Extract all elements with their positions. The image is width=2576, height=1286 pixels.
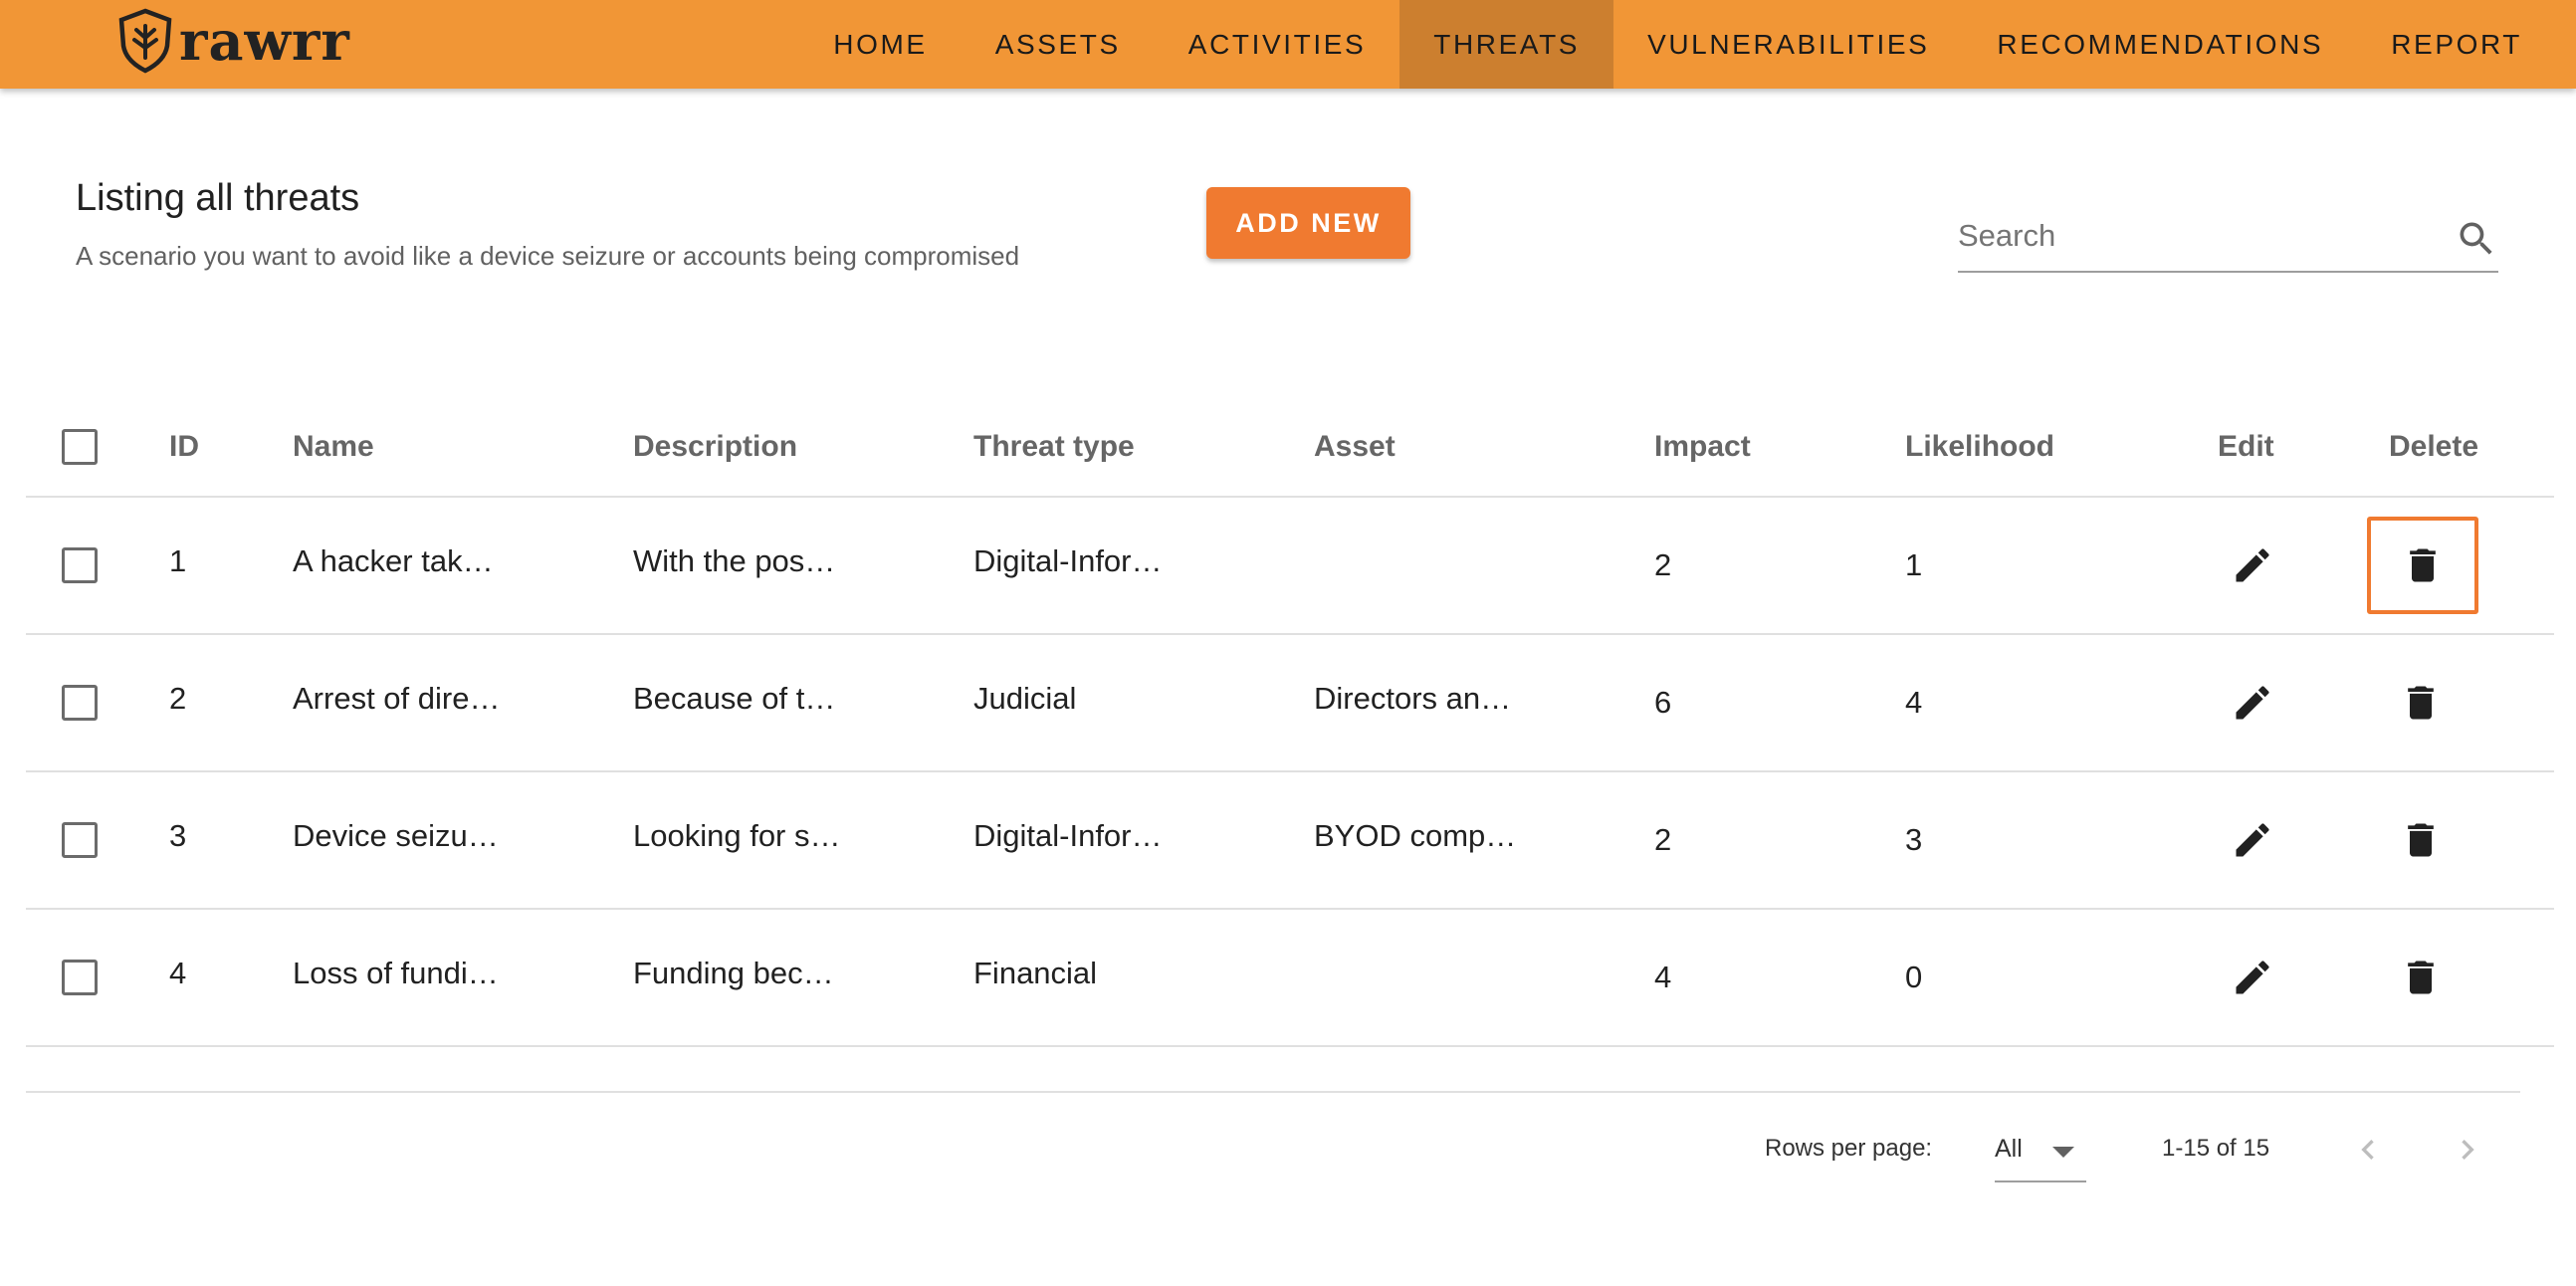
pencil-icon xyxy=(2236,686,2269,720)
rows-per-page-select[interactable]: All xyxy=(1995,1121,2086,1182)
cell-description: Looking for s… xyxy=(633,818,841,853)
cell-asset: Directors an… xyxy=(1314,681,1512,716)
page-range-text: 1-15 of 15 xyxy=(2162,1135,2270,1162)
cell-likelihood: 1 xyxy=(1905,547,1923,582)
delete-button[interactable] xyxy=(2391,948,2451,1007)
cell-threat-type: Financial xyxy=(973,956,1098,990)
cell-likelihood: 4 xyxy=(1905,685,1923,720)
cell-likelihood: 3 xyxy=(1905,822,1923,857)
chevron-left-icon xyxy=(2361,1140,2374,1160)
top-app-bar: rawrr HOME ASSETS ACTIVITIES THREATS VUL… xyxy=(0,0,2576,89)
cell-name: Arrest of dire… xyxy=(293,681,501,716)
edit-button[interactable] xyxy=(2223,948,2282,1007)
cell-description: Funding bec… xyxy=(633,956,834,990)
cell-id: 1 xyxy=(169,543,187,578)
table-row[interactable]: 4 Loss of fundi… Funding bec… Financial … xyxy=(26,910,2554,1047)
cell-id: 3 xyxy=(169,818,187,853)
select-all-checkbox[interactable] xyxy=(62,429,98,465)
header-impact[interactable]: Impact xyxy=(1654,398,1751,496)
cell-threat-type: Digital-Infor… xyxy=(973,818,1163,853)
cell-name: Device seizu… xyxy=(293,818,499,853)
table-row[interactable]: 3 Device seizu… Looking for s… Digital-I… xyxy=(26,772,2554,910)
header-id[interactable]: ID xyxy=(169,398,199,496)
page-subtitle: A scenario you want to avoid like a devi… xyxy=(76,241,1020,271)
chevron-right-icon xyxy=(2462,1140,2474,1160)
edit-button[interactable] xyxy=(2223,536,2282,595)
cell-name: Loss of fundi… xyxy=(293,956,499,990)
add-new-button[interactable]: ADD NEW xyxy=(1206,187,1410,259)
delete-button[interactable] xyxy=(2391,673,2451,733)
rows-per-page-value: All xyxy=(1995,1135,2023,1163)
cell-threat-type: Digital-Infor… xyxy=(973,543,1163,578)
table-row[interactable]: 2 Arrest of dire… Because of t… Judicial… xyxy=(26,635,2554,772)
nav-activities[interactable]: ACTIVITIES xyxy=(1155,0,1399,89)
edit-button[interactable] xyxy=(2223,810,2282,870)
row-checkbox[interactable] xyxy=(62,547,98,583)
header-name[interactable]: Name xyxy=(293,398,374,496)
cell-asset: BYOD comp… xyxy=(1314,818,1517,853)
nav-threats[interactable]: THREATS xyxy=(1399,0,1614,89)
header-edit: Edit xyxy=(2218,430,2274,463)
page-title: Listing all threats xyxy=(76,177,360,219)
header-likelihood[interactable]: Likelihood xyxy=(1905,398,2054,496)
logo-wordmark: rawrr xyxy=(179,9,350,73)
header-description[interactable]: Description xyxy=(633,398,797,496)
pencil-icon xyxy=(2236,961,2269,994)
cell-name: A hacker tak… xyxy=(293,543,494,578)
edit-button[interactable] xyxy=(2223,673,2282,733)
shield-logo-icon xyxy=(118,8,172,74)
trash-icon xyxy=(2408,823,2434,857)
cell-impact: 2 xyxy=(1654,547,1672,582)
trash-icon xyxy=(2408,686,2434,720)
row-checkbox[interactable] xyxy=(62,960,98,995)
nav-home[interactable]: HOME xyxy=(799,0,961,89)
main-nav: HOME ASSETS ACTIVITIES THREATS VULNERABI… xyxy=(799,0,2556,89)
cell-impact: 6 xyxy=(1654,685,1672,720)
header-asset[interactable]: Asset xyxy=(1314,398,1395,496)
row-checkbox[interactable] xyxy=(62,685,98,721)
threats-table: ID Name Description Threat type Asset Im… xyxy=(26,398,2554,1047)
header-threat-type[interactable]: Threat type xyxy=(973,398,1135,496)
cell-impact: 2 xyxy=(1654,822,1672,857)
header-delete: Delete xyxy=(2389,430,2479,463)
cell-id: 2 xyxy=(169,681,187,716)
table-footer-divider xyxy=(26,1091,2520,1093)
nav-report[interactable]: REPORT xyxy=(2357,0,2556,89)
search-field xyxy=(1958,207,2498,273)
search-icon[interactable] xyxy=(2455,217,2498,261)
caret-down-icon xyxy=(2052,1147,2074,1158)
trash-icon xyxy=(2410,548,2436,582)
delete-button[interactable] xyxy=(2391,810,2451,870)
nav-recommendations[interactable]: RECOMMENDATIONS xyxy=(1963,0,2357,89)
next-page-button[interactable] xyxy=(2443,1125,2492,1175)
trash-icon xyxy=(2408,961,2434,994)
cell-description: With the pos… xyxy=(633,543,836,578)
cell-impact: 4 xyxy=(1654,960,1672,994)
app-logo[interactable]: rawrr xyxy=(117,8,350,74)
cell-id: 4 xyxy=(169,956,187,990)
nav-assets[interactable]: ASSETS xyxy=(962,0,1155,89)
rows-per-page-label: Rows per page: xyxy=(1765,1135,1933,1162)
row-checkbox[interactable] xyxy=(62,822,98,858)
search-input[interactable] xyxy=(1958,211,2426,261)
previous-page-button[interactable] xyxy=(2343,1125,2393,1175)
delete-button[interactable] xyxy=(2367,517,2478,614)
nav-vulnerabilities[interactable]: VULNERABILITIES xyxy=(1613,0,1963,89)
cell-likelihood: 0 xyxy=(1905,960,1923,994)
table-header-row: ID Name Description Threat type Asset Im… xyxy=(26,398,2554,498)
pencil-icon xyxy=(2236,823,2269,857)
pencil-icon xyxy=(2236,548,2269,582)
cell-threat-type: Judicial xyxy=(973,681,1077,716)
cell-description: Because of t… xyxy=(633,681,836,716)
table-row[interactable]: 1 A hacker tak… With the pos… Digital-In… xyxy=(26,498,2554,635)
